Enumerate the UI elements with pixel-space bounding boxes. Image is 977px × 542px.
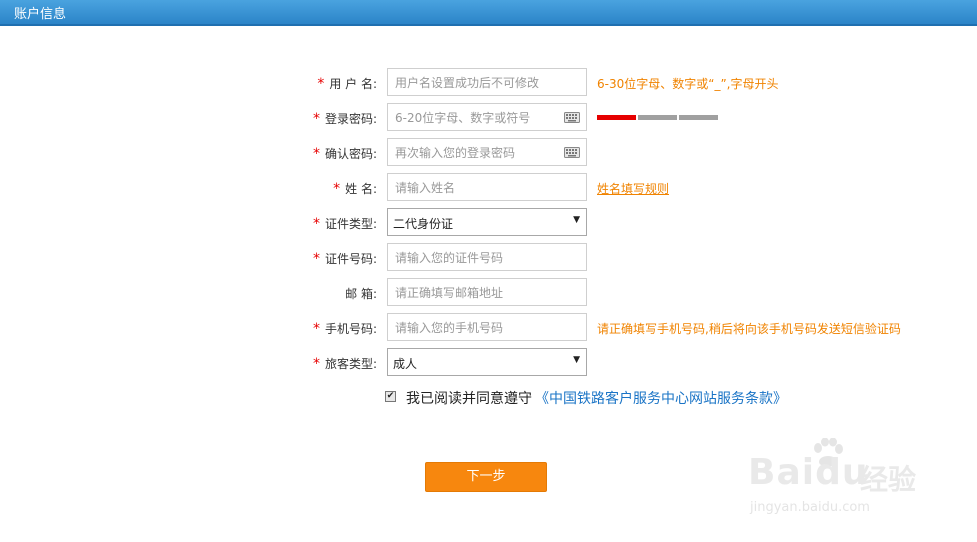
form-row-id-number: * 证件号码:: [0, 243, 977, 273]
phone-label: * 手机号码:: [312, 321, 377, 337]
email-label: 邮 箱:: [345, 287, 377, 301]
required-mark: *: [312, 251, 320, 267]
keyboard-icon[interactable]: [564, 112, 580, 123]
form-row-username: *用 户 名: 6-30位字母、数字或“_”,字母开头: [0, 68, 977, 98]
watermark-cn: 经验: [860, 463, 917, 496]
form-row-email: 邮 箱:: [0, 278, 977, 308]
username-input[interactable]: [393, 70, 562, 96]
id-type-select[interactable]: 二代身份证 ▼: [387, 208, 587, 236]
form-row-confirm-password: * 确认密码:: [0, 138, 977, 168]
required-mark: *: [312, 216, 320, 232]
passenger-type-select[interactable]: 成人 ▼: [387, 348, 587, 376]
strength-segment: [597, 115, 636, 120]
required-mark: *: [312, 146, 320, 162]
username-field-box: [387, 68, 587, 96]
baidu-jingyan-watermark: Baidu 经验 jingyan.baidu.com: [748, 438, 928, 518]
form-row-id-type: * 证件类型: 二代身份证 ▼: [0, 208, 977, 238]
email-field-box: [387, 278, 587, 306]
name-input[interactable]: [393, 175, 562, 201]
confirm-password-input[interactable]: [393, 140, 562, 166]
form-row-password: * 登录密码:: [0, 103, 977, 133]
form-row-name: *姓 名: 姓名填写规则: [0, 173, 977, 203]
watermark-brand: Baidu: [748, 452, 869, 493]
confirm-password-field-box: [387, 138, 587, 166]
required-mark: *: [312, 111, 320, 127]
required-mark: *: [312, 321, 320, 337]
watermark-url: jingyan.baidu.com: [750, 500, 870, 515]
username-hint: 6-30位字母、数字或“_”,字母开头: [597, 77, 779, 91]
form-row-phone: *手机号码: 请正确填写手机号码,稍后将向该手机号码发送短信验证码: [0, 313, 977, 343]
dropdown-arrow-icon: ▼: [573, 355, 580, 365]
form-row-passenger-type: * 旅客类型: 成人 ▼: [0, 348, 977, 378]
required-mark: *: [317, 76, 325, 92]
phone-field-box: [387, 313, 587, 341]
name-label: * 姓 名:: [333, 181, 377, 197]
passenger-type-label: * 旅客类型:: [312, 356, 377, 372]
id-number-field-box: [387, 243, 587, 271]
id-type-label: * 证件类型:: [312, 216, 377, 232]
id-number-input[interactable]: [393, 245, 562, 271]
password-field-box: [387, 103, 587, 131]
username-label: * 用 户 名:: [317, 76, 377, 92]
strength-segment: [638, 115, 677, 120]
confirm-password-label: * 确认密码:: [312, 146, 377, 162]
required-mark: *: [312, 356, 320, 372]
dropdown-arrow-icon: ▼: [573, 215, 580, 225]
phone-input[interactable]: [393, 315, 562, 341]
id-type-value: 二代身份证: [393, 217, 454, 231]
terms-link[interactable]: 《中国铁路客户服务中心网站服务条款》: [535, 388, 787, 408]
name-field-box: [387, 173, 587, 201]
password-label: * 登录密码:: [312, 111, 377, 127]
next-step-button[interactable]: 下一步: [425, 462, 547, 492]
id-number-label: * 证件号码:: [312, 251, 377, 267]
section-header: 账户信息: [0, 0, 977, 26]
email-input[interactable]: [393, 280, 562, 306]
keyboard-icon[interactable]: [564, 147, 580, 158]
agreement-checkbox[interactable]: ✔: [385, 391, 396, 402]
strength-segment: [679, 115, 718, 120]
passenger-type-value: 成人: [393, 357, 418, 371]
phone-hint: 请正确填写手机号码,稍后将向该手机号码发送短信验证码: [597, 322, 901, 336]
required-mark: *: [333, 181, 341, 197]
password-input[interactable]: [393, 105, 562, 131]
section-title: 账户信息: [14, 7, 67, 22]
name-rules-link[interactable]: 姓名填写规则: [597, 180, 669, 197]
agreement-text: 我已阅读并同意遵守: [406, 391, 532, 407]
